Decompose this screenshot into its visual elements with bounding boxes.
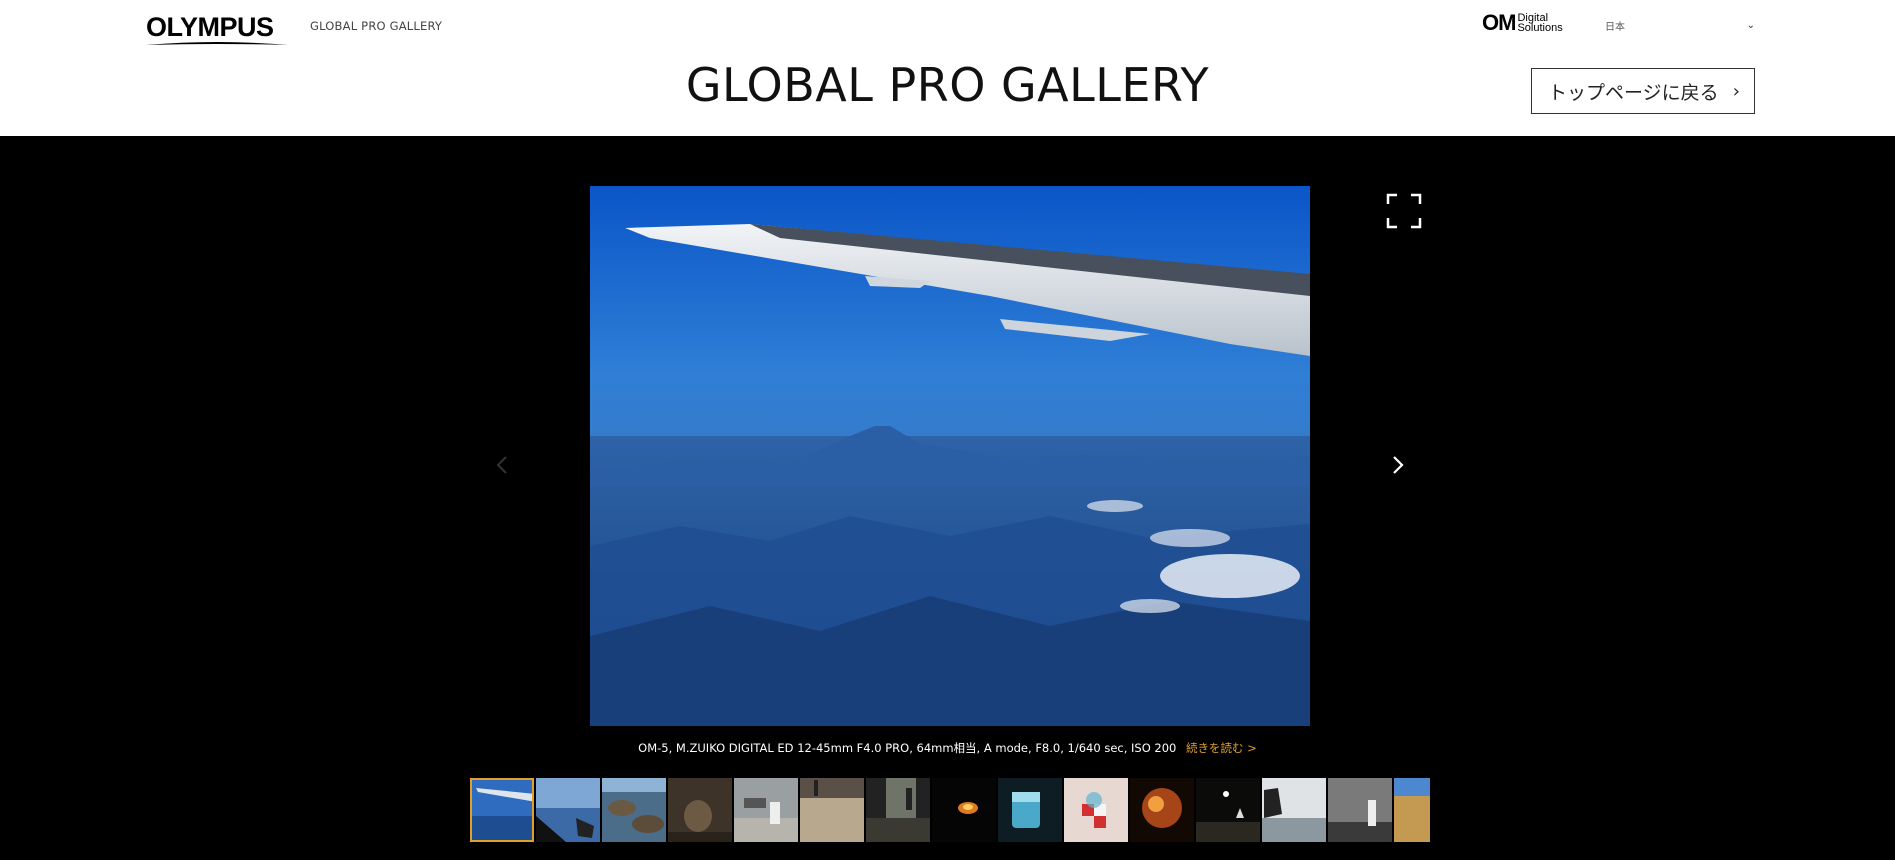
language-select[interactable]: 日本 ⌄ (1605, 18, 1755, 36)
thumb-doorway-image (866, 778, 930, 842)
chevron-right-icon: › (1732, 81, 1740, 102)
site-header: OLYMPUS GLOBAL PRO GALLERY OM Digital So… (0, 0, 1895, 136)
thumbnail-8[interactable] (932, 778, 996, 842)
thumbnail-6[interactable] (800, 778, 864, 842)
thumb-bucket-image (668, 778, 732, 842)
thumbnail-4[interactable] (668, 778, 732, 842)
thumbnail-1[interactable] (470, 778, 534, 842)
thumbnail-12[interactable] (1196, 778, 1260, 842)
thumbnail-13[interactable] (1262, 778, 1326, 842)
logo-swoosh-icon (146, 42, 288, 45)
thumb-moon-shore-image (1196, 778, 1260, 842)
photo-airplane-wing-mount-fuji (590, 186, 1310, 726)
previous-photo-icon[interactable] (492, 447, 512, 483)
thumbnail-14[interactable] (1328, 778, 1392, 842)
photo-exif-info: OM-5, M.ZUIKO DIGITAL ED 12-45mm F4.0 PR… (638, 741, 1177, 755)
photo-caption: OM-5, M.ZUIKO DIGITAL ED 12-45mm F4.0 PR… (0, 740, 1895, 756)
thumb-fisherman-image (734, 778, 798, 842)
thumb-checkered-cloth-image (1064, 778, 1128, 842)
thumbnail-strip (470, 778, 1430, 842)
om-logo-line2: Solutions (1517, 22, 1563, 34)
thumb-rock-sea-image (1262, 778, 1326, 842)
thumbnail-2[interactable] (536, 778, 600, 842)
thumb-glass-image (998, 778, 1062, 842)
main-photo[interactable] (590, 186, 1310, 726)
next-photo-icon[interactable] (1388, 447, 1408, 483)
olympus-logo[interactable]: OLYMPUS (146, 12, 288, 45)
thumbnail-11[interactable] (1130, 778, 1194, 842)
fullscreen-icon[interactable] (1386, 193, 1422, 229)
read-more-link[interactable]: 続きを読む > (1186, 741, 1257, 755)
chevron-down-icon: ⌄ (1746, 20, 1755, 31)
site-name[interactable]: GLOBAL PRO GALLERY (310, 19, 442, 33)
thumb-airplane-image (472, 780, 532, 840)
thumbnail-15[interactable] (1394, 778, 1430, 842)
thumb-autumn-tree-image (1130, 778, 1194, 842)
thumbnail-10[interactable] (1064, 778, 1128, 842)
om-logo-text: Digital Solutions (1517, 13, 1563, 34)
thumbnail-7[interactable] (866, 778, 930, 842)
thumb-people-sand-image (800, 778, 864, 842)
thumbnail-5[interactable] (734, 778, 798, 842)
photo-gallery: OM-5, M.ZUIKO DIGITAL ED 12-45mm F4.0 PR… (0, 136, 1895, 860)
thumbnail-9[interactable] (998, 778, 1062, 842)
om-logo-mark: OM (1482, 10, 1516, 35)
back-button-label: トップページに戻る (1548, 81, 1719, 104)
thumb-rocky-coast-image (602, 778, 666, 842)
language-value: 日本 (1605, 22, 1625, 33)
brand-name: OLYMPUS (146, 12, 274, 42)
thumb-hay-bales-image (1394, 778, 1430, 842)
thumb-fire-image (932, 778, 996, 842)
thumb-lighthouse-image (1328, 778, 1392, 842)
back-to-top-button[interactable]: トップページに戻る › (1531, 68, 1755, 114)
om-digital-solutions-logo[interactable]: OM Digital Solutions (1482, 12, 1563, 34)
thumbnail-3[interactable] (602, 778, 666, 842)
thumb-beach-image (536, 778, 600, 842)
